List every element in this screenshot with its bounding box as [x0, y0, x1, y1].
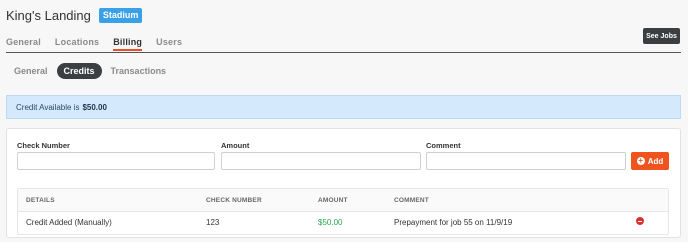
header-amount: AMOUNT	[318, 197, 348, 204]
check-number-label: Check Number	[17, 141, 70, 150]
site-type-badge: Stadium	[98, 7, 143, 23]
subtab-general[interactable]: General	[7, 63, 55, 79]
table-header: DETAILS CHECK NUMBER AMOUNT COMMENT	[18, 189, 668, 212]
credits-table: DETAILS CHECK NUMBER AMOUNT COMMENT Cred…	[17, 188, 669, 235]
credit-available-amount: $50.00	[82, 102, 107, 112]
plus-circle-icon: +	[636, 156, 645, 165]
credit-available-alert: Credit Available is $50.00	[6, 95, 681, 119]
site-title: King's Landing	[6, 7, 91, 23]
header-details: DETAILS	[26, 197, 55, 204]
row-comment: Prepayment for job 55 on 11/9/19	[394, 218, 513, 227]
row-check-number: 123	[206, 218, 220, 227]
credits-panel: Check Number Amount Comment + Add DETAIL…	[6, 128, 681, 238]
check-number-input[interactable]	[17, 152, 215, 170]
subtab-credits[interactable]: Credits	[56, 63, 102, 79]
header-check-number: CHECK NUMBER	[206, 197, 262, 204]
see-jobs-button[interactable]: See Jobs	[643, 28, 680, 44]
add-button-label: Add	[647, 156, 664, 166]
row-details: Credit Added (Manually)	[26, 218, 112, 227]
amount-label: Amount	[221, 141, 250, 150]
billing-sub-tabs: General Credits Transactions	[7, 63, 175, 79]
tabs-divider	[6, 52, 681, 53]
add-credit-button[interactable]: + Add	[631, 152, 669, 170]
comment-label: Comment	[426, 141, 461, 150]
subtab-transactions[interactable]: Transactions	[104, 63, 174, 79]
comment-input[interactable]	[426, 152, 626, 170]
amount-input[interactable]	[221, 152, 421, 170]
credit-available-text: Credit Available is	[16, 102, 80, 112]
header-comment: COMMENT	[394, 197, 429, 204]
remove-credit-icon[interactable]	[636, 217, 644, 225]
page-header: King's Landing Stadium	[6, 6, 143, 24]
row-amount: $50.00	[318, 218, 343, 227]
